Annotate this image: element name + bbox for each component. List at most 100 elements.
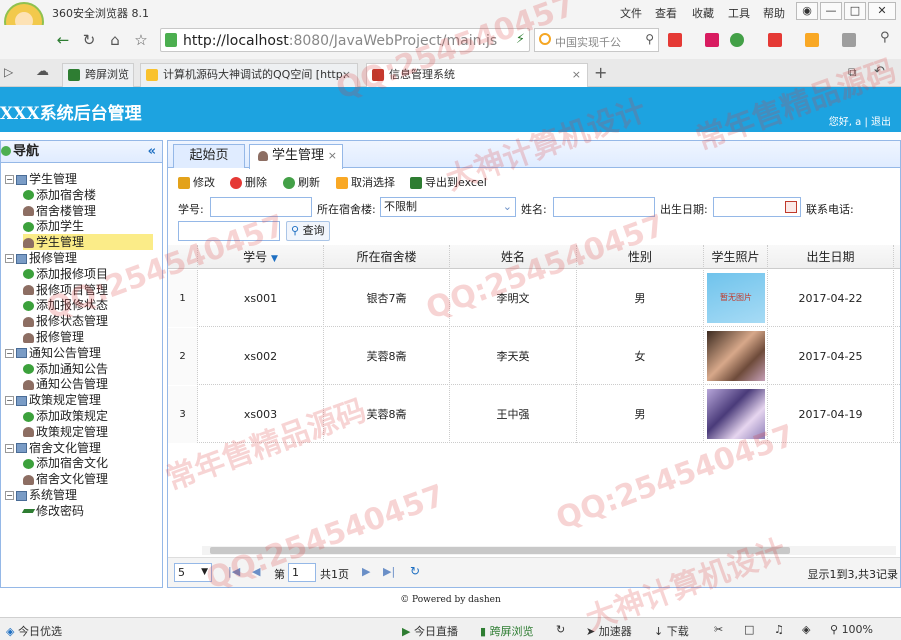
student-photo[interactable] [707, 389, 765, 439]
status-cross-screen[interactable]: ▮ 跨屏浏览 [480, 623, 534, 639]
extension-icon[interactable] [805, 33, 819, 47]
name-input[interactable] [553, 197, 655, 217]
nav-item[interactable]: 添加通知公告 [23, 361, 108, 377]
sidebar-toggle-icon[interactable]: ▷ [4, 65, 13, 79]
minimize-icon[interactable]: — [820, 2, 842, 20]
horizontal-scrollbar[interactable] [202, 546, 896, 555]
building-select[interactable]: 不限制 ⌄ [380, 197, 516, 217]
favorite-star-icon[interactable]: ☆ [130, 29, 152, 51]
header-photo[interactable]: 学生照片 [704, 245, 768, 269]
table-row[interactable]: 3 xs003 芙蓉8斋 王中强男 2017-04-19 [168, 386, 900, 443]
scroll-thumb[interactable] [210, 547, 790, 554]
tab-student-management[interactable]: 学生管理 × [249, 144, 343, 169]
sound-icon[interactable]: ♫ [774, 623, 784, 636]
phone-input[interactable] [178, 221, 280, 241]
nav-item[interactable]: 添加报修状态 [23, 297, 108, 313]
tab-close-icon[interactable]: × [572, 64, 581, 86]
reload-icon[interactable]: ↻ [410, 564, 420, 578]
table-row[interactable]: 1 xs001 银杏7斋 李明文男 暂无图片 2017-04-22 [168, 270, 900, 327]
nav-item[interactable]: 政策规定管理 [23, 424, 108, 440]
tab-close-icon[interactable]: × [328, 145, 337, 167]
status-accelerator[interactable]: ➤ 加速器 [586, 623, 632, 639]
nav-item[interactable]: 添加学生 [23, 218, 84, 234]
nav-item[interactable]: 宿舍文化管理 [23, 471, 108, 487]
unselect-button[interactable]: 取消选择 [336, 174, 395, 190]
nav-group[interactable]: − 学生管理 [5, 171, 77, 187]
first-page-icon[interactable]: |◀ [228, 565, 240, 578]
shopping-icon[interactable] [730, 33, 744, 47]
nav-group[interactable]: − 系统管理 [5, 487, 77, 503]
table-row[interactable]: 2 xs002 芙蓉8斋 李天英女 2017-04-25 [168, 328, 900, 385]
mute-icon[interactable]: ◈ [802, 623, 810, 636]
browser-tab-info-system[interactable]: 信息管理系统 × [366, 63, 588, 87]
nav-item[interactable]: 宿舍楼管理 [23, 203, 96, 219]
url-input[interactable]: http://localhost:8080/JavaWebProject/mai… [160, 28, 530, 52]
nav-item[interactable]: 添加报修项目 [23, 266, 108, 282]
header-student-no[interactable]: 学号 ▼ [198, 245, 324, 269]
next-page-icon[interactable]: ▶ [362, 565, 370, 578]
collapse-icon[interactable]: « [148, 141, 156, 163]
browser-tab-qq-space[interactable]: 计算机源码大神调试的QQ空间 [http: × [140, 63, 358, 87]
search-input[interactable]: 中国实现千公 ⚲ [534, 28, 659, 52]
birth-date-input[interactable] [713, 197, 801, 217]
student-photo[interactable]: 暂无图片 [707, 273, 765, 323]
browser-tab-cross-screen[interactable]: 跨屏浏览 [62, 63, 134, 87]
student-photo[interactable] [707, 331, 765, 381]
page-number-input[interactable]: 1 [288, 563, 316, 582]
prev-page-icon[interactable]: ◀ [252, 565, 260, 578]
nav-group[interactable]: − 政策规定管理 [5, 392, 101, 408]
new-tab-icon[interactable]: + [594, 63, 607, 82]
delete-button[interactable]: 删除 [230, 174, 267, 190]
nav-item[interactable]: 添加宿舍楼 [23, 187, 96, 203]
page-size-select[interactable]: 5 ▼ [174, 563, 212, 582]
menu-file[interactable]: 文件 [620, 5, 642, 21]
status-daily-picks[interactable]: ◈ 今日优选 [6, 623, 62, 639]
status-download[interactable]: ↓ 下载 [654, 623, 689, 639]
nav-item[interactable]: 修改密码 [21, 503, 84, 519]
collapse-toggle-icon[interactable]: − [5, 348, 14, 358]
nav-item[interactable]: 学生管理 [23, 234, 153, 251]
nav-group[interactable]: − 宿舍文化管理 [5, 440, 101, 456]
maximize-icon[interactable]: □ [844, 2, 866, 20]
tab-close-icon[interactable]: × [342, 64, 351, 86]
edit-button[interactable]: 修改 [178, 174, 215, 190]
menu-view[interactable]: 查看 [655, 5, 677, 21]
menu-favorites[interactable]: 收藏 [692, 5, 714, 21]
nav-item[interactable]: 添加政策规定 [23, 408, 108, 424]
student-no-input[interactable] [210, 197, 312, 217]
menu-tools[interactable]: 工具 [728, 5, 750, 21]
collapse-toggle-icon[interactable]: − [5, 396, 14, 406]
calendar-icon[interactable] [785, 201, 797, 213]
tab-home[interactable]: 起始页 [173, 144, 245, 168]
refresh-button[interactable]: 刷新 [283, 174, 320, 190]
nav-item[interactable]: 通知公告管理 [23, 376, 108, 392]
menu-help[interactable]: 帮助 [763, 5, 785, 21]
header-name[interactable]: 姓名 [450, 245, 577, 269]
header-gender[interactable]: 性别 [577, 245, 704, 269]
nav-item[interactable]: 报修状态管理 [23, 313, 108, 329]
lightning-icon[interactable]: ⚡ [516, 32, 525, 47]
cloud-icon[interactable]: ☁ [36, 64, 49, 79]
apps-icon[interactable] [668, 33, 682, 47]
undo-close-icon[interactable]: ↶ [874, 64, 885, 79]
home-icon[interactable]: ⌂ [104, 29, 126, 51]
refresh-icon[interactable]: ↻ [78, 29, 100, 51]
status-live[interactable]: ▶ 今日直播 [402, 623, 458, 639]
screenshot-icon[interactable]: ✂ [714, 623, 723, 636]
search-button[interactable]: ⚲ 查询 [286, 221, 330, 241]
collapse-toggle-icon[interactable]: − [5, 254, 14, 263]
ad-block-icon[interactable] [768, 33, 782, 47]
export-excel-button[interactable]: 导出到excel [410, 174, 487, 190]
nav-group[interactable]: − 通知公告管理 [5, 345, 101, 361]
nav-item[interactable]: 添加宿舍文化 [23, 455, 108, 471]
header-birth[interactable]: 出生日期 [768, 245, 894, 269]
search-icon[interactable]: ⚲ [645, 32, 654, 46]
mail-icon[interactable] [705, 33, 719, 47]
collapse-toggle-icon[interactable]: − [5, 443, 14, 453]
header-building[interactable]: 所在宿舍楼 [324, 245, 450, 269]
status-zoom[interactable]: ⚲ 100% [830, 623, 873, 636]
refresh-icon[interactable]: ↻ [556, 623, 565, 636]
nav-item[interactable]: 报修管理 [23, 329, 84, 345]
back-icon[interactable]: ← [52, 29, 74, 51]
close-window-icon[interactable]: ✕ [868, 2, 896, 20]
